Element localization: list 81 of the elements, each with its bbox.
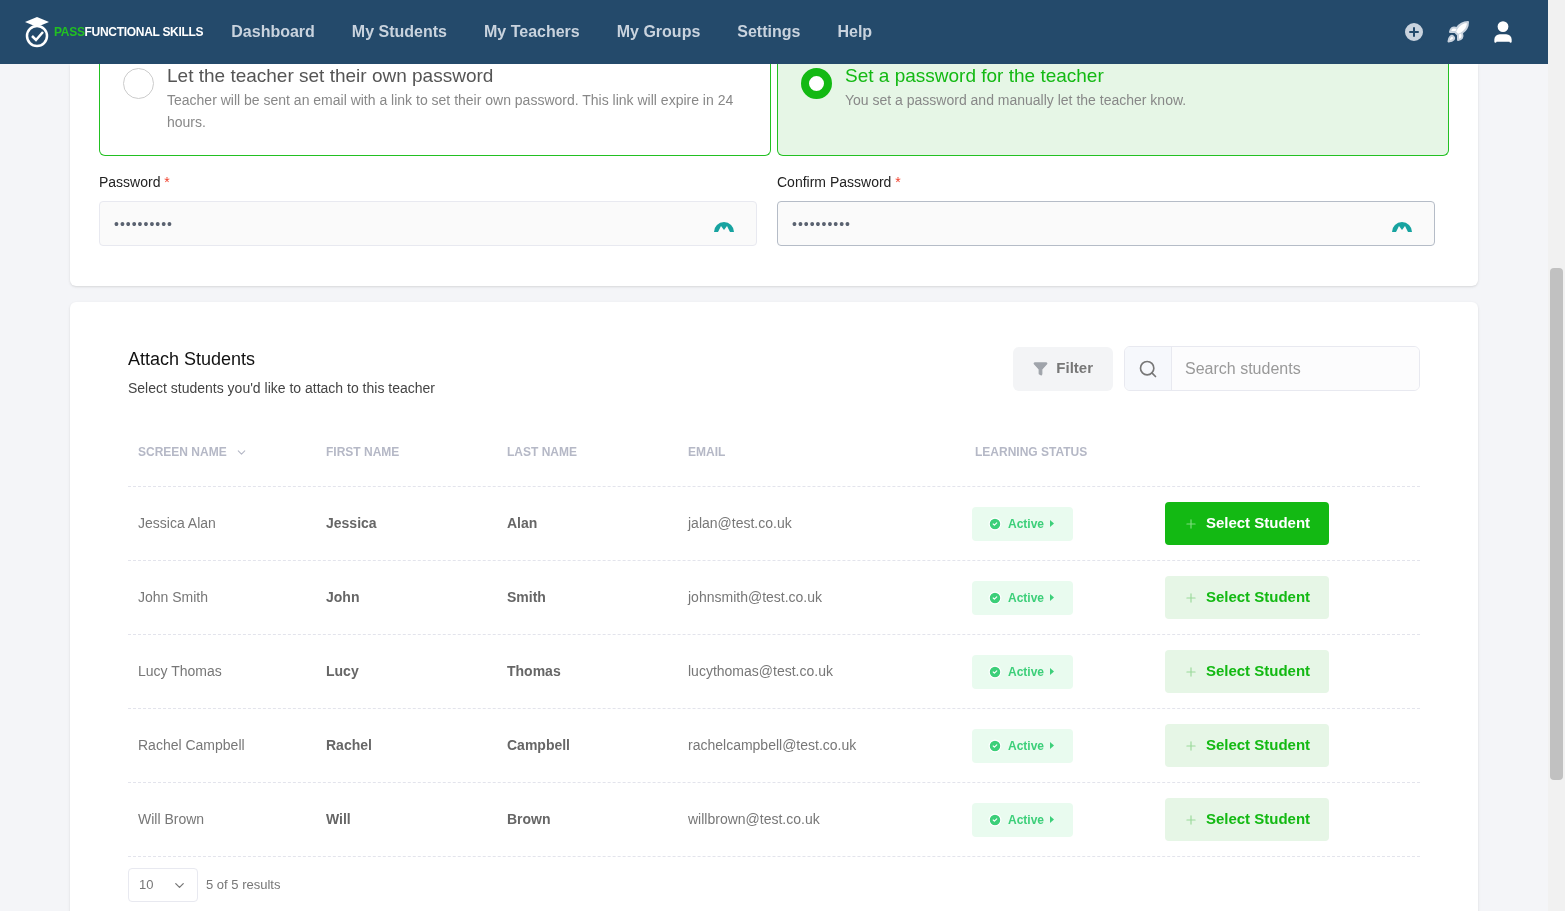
table-cell-text: Rachel Campbell [138,736,246,755]
password-field[interactable]: •••••••••• [777,201,1435,246]
table-cell-text: Jessica [326,514,378,533]
status-badge[interactable]: Active [972,802,1073,837]
status-badge[interactable]: Active [972,654,1073,689]
column-header: FIRST NAME [326,444,401,461]
select-student-button[interactable]: Select Student [1165,724,1329,767]
select-student-button[interactable]: Select Student [1165,798,1329,841]
plus-icon [1183,738,1198,753]
table-cell-text: Smith [507,588,547,607]
logo-text: PASSFUNCTIONAL SKILLS [54,24,204,41]
table-cell-text: jalan@test.co.uk [688,514,793,533]
plus-icon [1183,664,1198,679]
password-option[interactable]: Set a password for the teacher You set a password and manually let the teacher know. [777,64,1449,156]
table-cell-text: rachelcampbell@test.co.uk [688,736,858,755]
caret-icon [1050,520,1055,527]
column-header[interactable]: SCREEN NAME [138,443,326,461]
caret-icon [1050,742,1055,749]
check-icon [988,664,1002,679]
option-description: You set a password and manually let the teacher know. [845,91,1187,110]
select-student-button[interactable]: Select Student [1165,502,1329,545]
logo-icon [24,16,50,48]
filter-icon [1033,361,1049,376]
results-count: 5 of 5 results [206,876,281,895]
radio-button[interactable] [123,68,154,99]
column-header: LEARNING STATUS [975,444,1089,461]
option-title: Let the teacher set their own password [167,66,495,86]
select-student-button[interactable]: Select Student [1165,576,1329,619]
nav-link[interactable]: Help [837,20,873,44]
table-cell-text: Thomas [507,662,562,681]
nav-link[interactable]: My Teachers [484,20,580,44]
plus-icon [1183,590,1198,605]
field-label: Confirm Password * [777,173,902,192]
table-cell-text: Alan [507,514,539,533]
column-header: LAST NAME [507,444,578,461]
check-icon [988,738,1002,753]
section-title: Attach Students [128,348,257,371]
nav-link[interactable]: Settings [737,20,801,44]
table-cell-text: lucythomas@test.co.uk [688,662,834,681]
nav-link[interactable]: My Groups [616,20,701,44]
table-cell-text: Lucy Thomas [138,662,223,681]
table-cell-text: Jessica Alan [138,514,217,533]
status-badge[interactable]: Active [972,728,1073,763]
caret-icon [1050,668,1055,675]
status-badge[interactable]: Active [972,506,1073,541]
table-cell-text: willbrown@test.co.uk [688,810,821,829]
option-title: Set a password for the teacher [845,66,1105,86]
radio-button[interactable] [801,68,832,99]
nav-link[interactable]: Dashboard [231,20,315,44]
table-cell-text: John Smith [138,588,210,607]
add-icon[interactable] [1402,20,1426,44]
table-cell-text: John [326,588,361,607]
plus-icon [1183,516,1198,531]
page-size-select[interactable]: 10 [128,868,198,902]
table-cell-text: Campbell [507,736,571,755]
select-student-button[interactable]: Select Student [1165,650,1329,693]
table-cell-text: Lucy [326,662,360,681]
search-icon [1138,358,1158,379]
table-cell-text: johnsmith@test.co.uk [688,588,824,607]
table-cell-text: Brown [507,810,552,829]
plus-icon [1183,812,1198,827]
filter-button[interactable]: Filter [1013,346,1113,391]
section-subtitle: Select students you'd like to attach to this teacher [128,379,435,398]
check-icon [988,516,1002,531]
password-option[interactable]: Let the teacher set their own password Teacher will be sent an email with a link to set their own password. This link will expire in 24 hours. [99,64,771,156]
table-cell-text: Will Brown [138,810,206,829]
scrollbar[interactable] [1548,0,1565,911]
field-label: Password * [99,173,171,192]
search-field[interactable]: Search students [1124,346,1420,391]
password-field[interactable]: •••••••••• [99,201,757,246]
table-cell-text: Rachel [326,736,373,755]
rocket-icon[interactable] [1446,20,1470,44]
column-header: EMAIL [688,444,727,461]
check-icon [988,812,1002,827]
check-icon [988,590,1002,605]
nav-link[interactable]: My Students [351,20,447,44]
caret-icon [1050,816,1055,823]
caret-icon [1050,594,1055,601]
status-badge[interactable]: Active [972,580,1073,615]
table-cell-text: Will [326,810,352,829]
option-description: Teacher will be sent an email with a link to set their own password. This link will expire in 24 hours. [167,91,735,132]
